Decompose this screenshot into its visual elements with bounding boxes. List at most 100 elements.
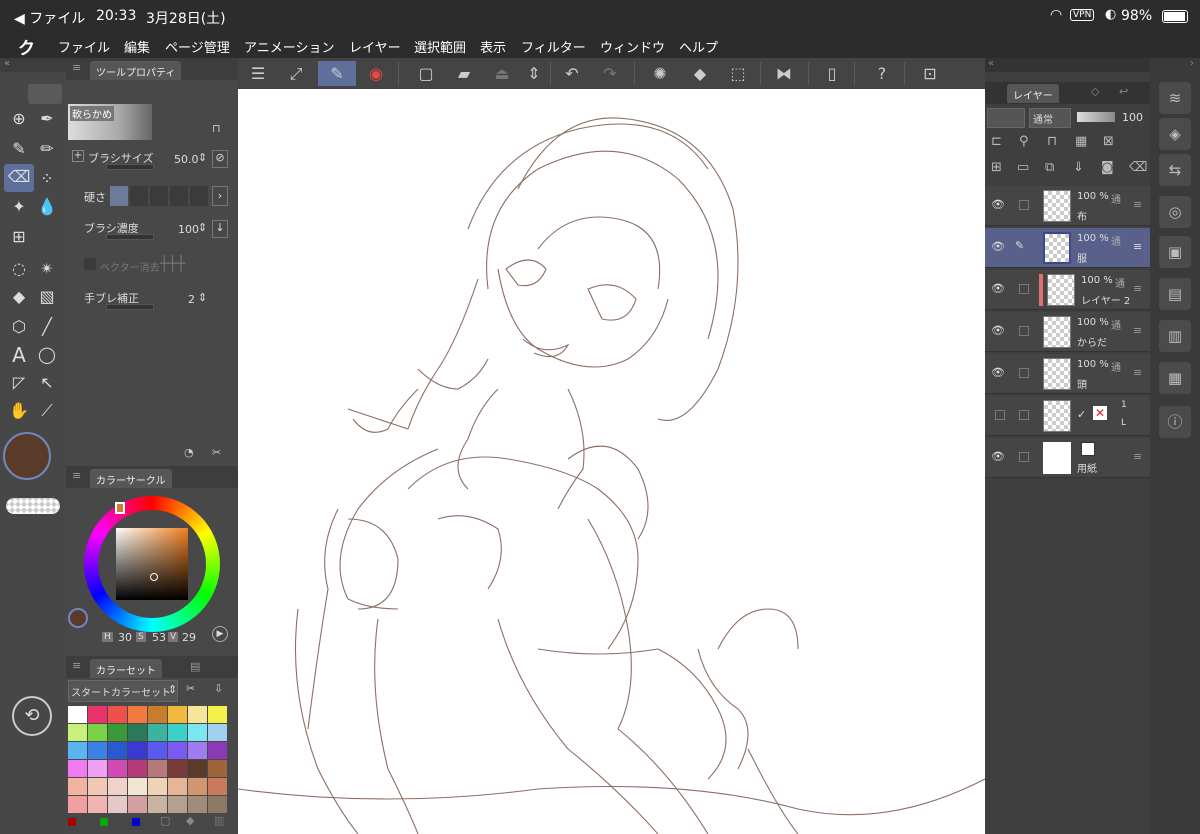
palette-fill-icon[interactable]: ◆ [186,814,194,827]
menu-window[interactable]: ウィンドウ [600,37,665,56]
palette-delete-icon[interactable]: ▥ [214,814,224,827]
stabilize-slider[interactable] [106,304,154,310]
help-icon[interactable]: ? [868,61,896,86]
chevron-right-icon[interactable]: › [212,186,228,206]
palette-swatch[interactable] [208,760,227,777]
pen-icon[interactable]: ✎ [6,136,32,162]
layer-item-layer2[interactable]: 👁 100 % 通 レイヤー 2 ≡ [985,270,1150,310]
layer-item-cloth[interactable]: 👁 100 % 通 布 ≡ [985,186,1150,226]
palette-swatch[interactable] [108,778,127,795]
open-folder-icon[interactable]: ▰ [450,61,478,86]
palette-swatch[interactable] [168,724,187,741]
panel-menu-icon[interactable]: ≡ [72,659,81,672]
palette-swatch[interactable] [68,760,87,777]
material-icon[interactable]: ▤ [1159,278,1191,310]
palette-swatch[interactable] [188,796,207,813]
hand-icon[interactable]: ✋ [6,398,32,424]
palette-swatch[interactable] [168,760,187,777]
palette-swatch[interactable] [128,724,147,741]
palette-swatch[interactable] [68,778,87,795]
layer-mask-icon[interactable]: ◙ [1101,160,1114,175]
palette-swatch[interactable] [148,742,167,759]
palette-swatch[interactable] [188,742,207,759]
palette-swatch[interactable] [108,796,127,813]
layer-menu-icon[interactable]: ≡ [1133,324,1142,337]
mini-main-color[interactable] [68,608,88,628]
navigator-icon[interactable]: ◎ [1159,196,1191,228]
collapse-right-icon[interactable]: « [985,58,1150,72]
expand-right-icon[interactable]: › [1150,58,1200,72]
palette-mini-green[interactable] [100,818,108,826]
history-tab-icon[interactable]: ↩ [1119,85,1128,98]
layer-color-select[interactable] [987,108,1025,128]
palette-swatch[interactable] [208,742,227,759]
palette-swatch[interactable] [168,706,187,723]
palette-swatch[interactable] [88,760,107,777]
palette-swatch[interactable] [148,778,167,795]
line-icon[interactable]: ╱ [34,314,60,340]
panel-menu-icon[interactable]: ≡ [72,61,81,74]
undo-icon[interactable]: ↶ [558,61,586,86]
palette-swatch[interactable] [188,760,207,777]
density-slider[interactable] [106,234,154,240]
palette-swatch[interactable] [148,760,167,777]
main-color-swatch[interactable] [3,432,51,480]
magic-wand-icon[interactable]: ✴ [34,256,60,282]
new-folder-icon[interactable]: ▭ [1017,160,1029,175]
new-file-icon[interactable]: ▢ [412,61,440,86]
text-icon[interactable]: A [6,342,32,368]
menu-view[interactable]: 表示 [480,37,506,56]
palette-swatch[interactable] [88,778,107,795]
density-value[interactable]: 100 [178,223,199,236]
color-history-tab-icon[interactable]: ▤ [190,660,200,673]
tab-color-set[interactable]: カラーセット [90,659,162,678]
saturation-value-square[interactable] [116,528,188,600]
lasso-icon[interactable]: ◌ [6,256,32,282]
brush-size-value[interactable]: 50.0 [174,153,199,166]
transform-icon[interactable]: ⬚ [724,61,752,86]
object-select-icon[interactable]: ⬡ [6,314,32,340]
layer-menu-icon[interactable]: ≡ [1133,366,1142,379]
palette-swatch[interactable] [88,706,107,723]
loading-icon[interactable]: ✺ [646,61,674,86]
visibility-eye-icon[interactable]: 👁 [991,366,1005,379]
layer-item-draft[interactable]: ✓ ✕ 1 L [985,396,1150,436]
correct-line-icon[interactable]: ↖ [34,370,60,396]
palette-swatch[interactable] [128,742,147,759]
visibility-eye-icon[interactable]: 👁 [991,240,1005,253]
drawing-canvas[interactable] [237,89,986,834]
lock-icon[interactable]: ⊓ [212,122,221,135]
blend-mode-select[interactable]: 通常 [1029,108,1071,128]
reference-icon[interactable]: ⚲ [1019,134,1029,149]
flip-horizontal-icon[interactable]: ⧓ [770,61,798,86]
palette-swatch[interactable] [108,742,127,759]
hamburger-icon[interactable]: ☰ [244,61,272,86]
menu-selection[interactable]: 選択範囲 [414,37,466,56]
visibility-eye-icon[interactable]: 👁 [991,324,1005,337]
opacity-value[interactable]: 100 [1122,111,1143,124]
history-icon[interactable]: ⇆ [1159,154,1191,186]
visibility-eye-icon[interactable]: 👁 [991,282,1005,295]
tab-color-circle[interactable]: カラーサークル [90,469,172,488]
palette-swatch[interactable] [148,724,167,741]
brush-size-slider[interactable] [106,164,154,170]
download-icon[interactable]: ↓ [212,220,228,238]
lock-transparent-icon[interactable]: ▦ [1075,134,1087,149]
layer-checkbox[interactable] [1019,326,1029,336]
layer-item-head[interactable]: 👁 100 % 通 頭 ≡ [985,354,1150,394]
hardness-step-4[interactable] [170,186,188,206]
sub-tool-detail-icon[interactable]: ◔ [184,446,194,459]
color-picker-cursor[interactable] [150,573,158,581]
redo-icon[interactable]: ↷ [596,61,624,86]
palette-swatch[interactable] [208,778,227,795]
app-logo-icon[interactable]: ク [18,34,35,59]
new-raster-layer-icon[interactable]: ⊞ [991,160,1002,175]
palette-swatch[interactable] [188,778,207,795]
rotate-layer-icon[interactable]: ⟲ [12,696,52,736]
hardness-step-2[interactable] [130,186,148,206]
palette-swatch[interactable] [128,760,147,777]
stabilize-value[interactable]: 2 [188,293,195,306]
palette-swatch[interactable] [88,742,107,759]
palette-swatch[interactable] [108,706,127,723]
trash-icon[interactable]: ⌫ [1129,160,1147,175]
